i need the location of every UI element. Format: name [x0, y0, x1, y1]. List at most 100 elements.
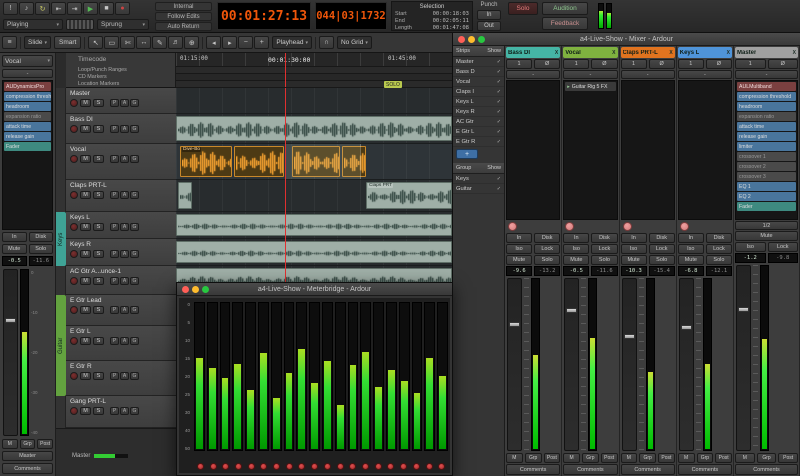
record-enable-button[interactable]	[412, 463, 420, 470]
playlist-button[interactable]: P	[110, 277, 119, 285]
close-icon[interactable]: X	[612, 50, 615, 56]
number-button[interactable]: 1	[620, 59, 647, 69]
fader-handle[interactable]	[623, 333, 635, 339]
record-arm-button[interactable]	[70, 337, 78, 345]
group-button[interactable]: Grp	[19, 439, 36, 449]
processor-audynamicspro[interactable]: AUDynamicsPro	[4, 82, 51, 91]
number-button[interactable]: 1	[735, 59, 766, 69]
solo-isolate-button[interactable]: Iso	[563, 244, 590, 254]
meter-point-button[interactable]: Post	[37, 439, 54, 449]
transport-state-select[interactable]: Playing ▾	[3, 19, 63, 30]
number-button[interactable]: 1	[677, 59, 704, 69]
playlist-button[interactable]: P	[110, 407, 119, 415]
phase-button[interactable]: Ø	[705, 59, 732, 69]
playhead-to-next[interactable]: ▸	[222, 36, 238, 49]
track-header-gang-prt-l[interactable]: Gang PRT-L M S P A G	[66, 396, 176, 428]
strip-name-tab[interactable]: Vocal X	[563, 47, 618, 58]
processor-aulmultiband[interactable]: AULMultiband	[737, 82, 796, 91]
punch-in-button[interactable]: In	[477, 10, 501, 20]
solo-lock-button[interactable]: Lock	[534, 244, 561, 254]
track-header-e-gtr-r[interactable]: E Gtr R MSPAG	[66, 361, 176, 396]
output-button[interactable]: Master	[2, 451, 53, 461]
monitor-disk-button[interactable]: Disk	[28, 232, 53, 242]
audio-region[interactable]	[234, 146, 284, 177]
solo-isolate-button[interactable]: Iso	[735, 242, 766, 252]
strip-input-button[interactable]: -	[2, 69, 53, 78]
monitor-disk-button[interactable]: Disk	[705, 233, 732, 243]
playhead[interactable]	[285, 53, 286, 87]
grab-tool[interactable]: ↖	[88, 36, 104, 49]
gain-display[interactable]: -10.3	[620, 266, 647, 276]
loop-punch-ruler-label[interactable]: Loop/Punch Ranges	[66, 67, 175, 74]
cut-tool[interactable]: ✄	[120, 36, 136, 49]
metering-button[interactable]: M	[735, 453, 755, 463]
location-marker[interactable]: SOLO	[384, 81, 402, 88]
monitor-input-button[interactable]: In	[677, 233, 704, 243]
fader-handle[interactable]	[680, 325, 692, 331]
group-button[interactable]: Grp	[639, 453, 656, 463]
menu-icon[interactable]: ≡	[2, 36, 17, 49]
selection-start-value[interactable]: 00:00:18:03	[433, 11, 469, 18]
strip-name-tab[interactable]: Bass DI X	[506, 47, 561, 58]
record-enable-button[interactable]	[298, 463, 306, 470]
record-enable-button[interactable]	[374, 463, 382, 470]
loop-button[interactable]: ↻	[35, 2, 50, 15]
primary-clock[interactable]: 00:01:27:13	[217, 2, 311, 30]
track-header-claps-prt-l[interactable]: Claps PRT-L M S P A G	[66, 180, 176, 212]
metering-button[interactable]: M	[563, 453, 580, 463]
playlist-button[interactable]: P	[110, 250, 119, 258]
gain-display[interactable]: -0.5	[2, 256, 27, 266]
automation-button[interactable]: A	[120, 155, 129, 163]
metering-button[interactable]: M	[506, 453, 523, 463]
mute-button[interactable]: M	[80, 306, 91, 314]
edit-mode-select[interactable]: Slide ▾	[24, 36, 51, 49]
solo-lock-button[interactable]: Lock	[648, 244, 675, 254]
group-list-item-keys[interactable]: Keys ✓	[453, 174, 504, 184]
solo-button[interactable]: S	[93, 155, 104, 163]
solo-button[interactable]: S	[93, 277, 104, 285]
solo-lock-button[interactable]: Lock	[705, 244, 732, 254]
group-list-item-guitar[interactable]: Guitar ✓	[453, 184, 504, 194]
record-enable-button[interactable]	[222, 463, 230, 470]
group-button[interactable]: G	[130, 306, 139, 314]
monitor-input-button[interactable]: In	[620, 233, 647, 243]
processor-attack-time[interactable]: attack time	[737, 122, 796, 131]
mute-button[interactable]: Mute	[620, 255, 647, 265]
secondary-clock[interactable]: 044|03|1732	[315, 2, 387, 30]
mute-button[interactable]: M	[80, 223, 91, 231]
metering-button[interactable]: M	[2, 439, 18, 449]
input-button[interactable]: -	[563, 70, 618, 79]
processor-release-gain[interactable]: release gain	[4, 132, 51, 141]
smart-mode-toggle[interactable]: Smart	[53, 36, 82, 49]
solo-lock-button[interactable]: Lock	[767, 242, 798, 252]
record-arm-button[interactable]	[565, 222, 575, 231]
processor-compression-threshold[interactable]: compression threshold	[737, 92, 796, 101]
meter-point-button[interactable]: Post	[778, 453, 799, 463]
gain-display[interactable]: -0.5	[563, 266, 590, 276]
group-tab-guitar[interactable]: Guitar	[56, 295, 66, 396]
monitor-disk-button[interactable]: Disk	[534, 233, 561, 243]
group-button[interactable]: G	[130, 407, 139, 415]
meter-point-button[interactable]: Post	[715, 453, 732, 463]
playlist-button[interactable]: P	[110, 337, 119, 345]
gain-fader[interactable]	[736, 265, 751, 451]
comments-button[interactable]: Comments	[506, 464, 561, 475]
audition-tool[interactable]: ♬	[168, 36, 184, 49]
shuttle-mode-select[interactable]: Sprung ▾	[97, 19, 149, 30]
location-markers-ruler[interactable]: SOLO	[176, 81, 452, 88]
input-button[interactable]: -	[677, 70, 732, 79]
processor-expansion-ratio[interactable]: expansion ratio	[737, 112, 796, 121]
close-icon[interactable]: X	[555, 50, 558, 56]
sync-source-button[interactable]: Internal	[155, 2, 212, 11]
solo-button[interactable]: Solo	[28, 244, 53, 254]
solo-button[interactable]: Solo	[648, 255, 675, 265]
comments-button[interactable]: Comments	[677, 464, 732, 475]
track-header-master[interactable]: Master M S P A G	[66, 88, 176, 114]
mute-button[interactable]: M	[80, 125, 91, 133]
record-arm-button[interactable]	[70, 191, 78, 199]
comments-button[interactable]: Comments	[2, 463, 53, 474]
record-arm-button[interactable]	[508, 222, 517, 231]
selection-end-value[interactable]: 00:02:05:11	[433, 18, 469, 25]
solo-isolate-button[interactable]: Iso	[620, 244, 647, 254]
gain-fader[interactable]	[507, 278, 522, 451]
